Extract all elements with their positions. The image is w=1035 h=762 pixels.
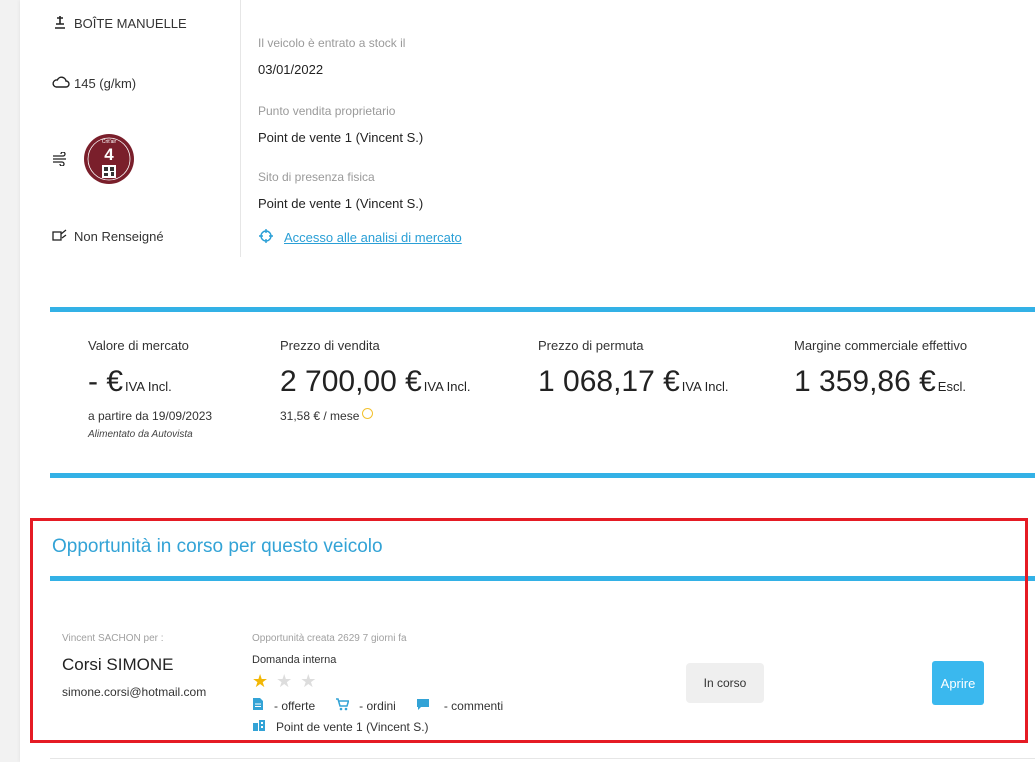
highlight-box: [30, 518, 1028, 743]
tradein-price-block: Prezzo di permuta 1 068,17 € IVA Incl.: [538, 338, 729, 399]
gearbox-label: BOÎTE MANUELLE: [74, 16, 187, 31]
physical-site-value: Point de vente 1 (Vincent S.): [258, 196, 424, 211]
tradein-price-suffix: IVA Incl.: [681, 379, 729, 394]
tradein-price-amount: 1 068,17 €: [538, 365, 680, 398]
tradein-price-title: Prezzo di permuta: [538, 338, 644, 353]
prices-bottom-line: [50, 473, 1035, 478]
consumption-feature: Non Renseigné: [52, 228, 164, 245]
critair-feature: Crit'air 4: [52, 132, 136, 189]
market-analysis-link-label[interactable]: Accesso alle analisi di mercato: [284, 230, 462, 245]
market-value-suffix: IVA Incl.: [125, 379, 172, 394]
market-value-source: Alimentato da Autovista: [88, 429, 193, 440]
sale-price-title: Prezzo di vendita: [280, 338, 380, 353]
market-value-amount: - €: [88, 365, 124, 398]
stock-date-value: 03/01/2022: [258, 62, 324, 77]
market-value-block: Valore di mercato - € IVA Incl. a partire…: [88, 338, 212, 440]
margin-block: Margine commerciale effettivo 1 359,86 €…: [794, 338, 967, 399]
margin-suffix: Escl.: [937, 379, 966, 394]
wind-icon: [52, 151, 74, 169]
owner-point-label: Punto vendita proprietario: [258, 104, 396, 118]
info-icon[interactable]: [362, 407, 374, 419]
physical-site-label: Sito di presenza fisica: [258, 170, 375, 184]
vehicle-details-card: BOÎTE MANUELLE 145 (g/km) Crit'air 4 Non…: [20, 0, 1035, 762]
consumption-label: Non Renseigné: [74, 229, 164, 244]
critair-badge-icon: Crit'air 4: [82, 132, 136, 189]
market-value-title: Valore di mercato: [88, 338, 189, 353]
critair-number: 4: [104, 145, 114, 164]
sale-price-block: Prezzo di vendita 2 700,00 € IVA Incl. 31…: [280, 338, 471, 423]
bottom-divider: [50, 758, 1035, 759]
market-analysis-link[interactable]: Accesso alle analisi di mercato: [258, 228, 462, 247]
crosshair-icon: [258, 228, 274, 247]
column-divider: [240, 0, 241, 257]
co2-feature: 145 (g/km): [52, 75, 136, 92]
market-value-from: a partire da 19/09/2023: [88, 409, 213, 423]
cloud-icon: [52, 75, 74, 92]
prices-top-line: [50, 307, 1035, 312]
co2-label: 145 (g/km): [74, 76, 137, 91]
margin-amount: 1 359,86 €: [794, 365, 936, 398]
sale-price-amount: 2 700,00 €: [280, 365, 422, 398]
owner-point-value: Point de vente 1 (Vincent S.): [258, 130, 424, 145]
monthly-payment: 31,58 € / mese: [280, 409, 360, 423]
fuel-consumption-icon: [52, 228, 74, 245]
stock-date-label: Il veicolo è entrato a stock il: [258, 36, 406, 50]
sale-price-suffix: IVA Incl.: [423, 379, 471, 394]
gearbox-icon: [52, 14, 74, 33]
gearbox-feature: BOÎTE MANUELLE: [52, 14, 187, 33]
margin-title: Margine commerciale effettivo: [794, 338, 968, 353]
